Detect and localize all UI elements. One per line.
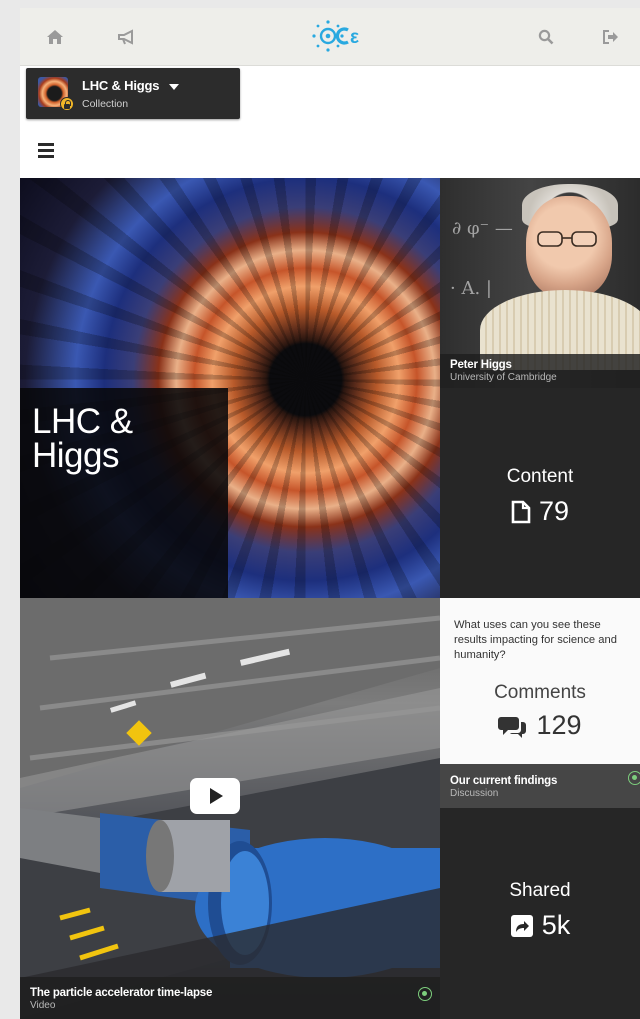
logout-icon[interactable] — [600, 26, 622, 48]
video-title: The particle accelerator time-lapse — [30, 987, 213, 999]
discussion-tile[interactable]: What uses can you see these results impa… — [440, 598, 640, 808]
search-icon[interactable] — [535, 26, 557, 48]
comments-icon — [498, 716, 527, 738]
document-icon — [511, 500, 531, 523]
discussion-caption: Our current findings Discussion — [440, 764, 640, 808]
lock-icon — [60, 97, 74, 111]
comments-label: Comments — [494, 682, 586, 703]
person-name: Peter Higgs — [450, 359, 512, 371]
share-icon — [510, 914, 533, 937]
hero-title: LHC & Higgs — [32, 402, 133, 475]
menu-icon[interactable] — [38, 143, 56, 159]
check-circle-icon[interactable] — [628, 771, 640, 785]
comments-count: 129 — [536, 710, 582, 740]
collection-subtitle: Collection — [82, 98, 129, 110]
logo-text: ε — [350, 27, 359, 48]
blackboard-writing: ∂ φ⁻ — — [452, 218, 513, 239]
discussion-question: What uses can you see these results impa… — [454, 619, 617, 661]
person-affiliation: University of Cambridge — [450, 372, 557, 383]
play-button[interactable] — [190, 778, 240, 814]
discussion-type: Discussion — [450, 788, 499, 799]
content-stat-tile[interactable]: Content 79 — [440, 388, 640, 598]
video-type: Video — [30, 1000, 56, 1011]
collection-selector[interactable]: LHC & Higgs Collection — [26, 68, 240, 119]
shared-stat-tile[interactable]: Shared 5k — [440, 808, 640, 1019]
megaphone-icon[interactable] — [116, 26, 138, 48]
app-logo[interactable]: ε — [312, 16, 374, 56]
video-tile[interactable]: The particle accelerator time-lapse Vide… — [20, 598, 440, 1019]
top-navigation-bar: ε — [20, 8, 640, 66]
collection-hero-tile[interactable]: LHC & Higgs — [20, 178, 440, 598]
home-icon[interactable] — [44, 26, 66, 48]
content-label: Content — [506, 466, 574, 487]
glasses-graphic — [537, 231, 597, 247]
content-count: 79 — [538, 496, 570, 526]
shared-count: 5k — [541, 910, 571, 940]
chevron-down-icon — [169, 84, 179, 90]
check-circle-icon[interactable] — [418, 987, 432, 1001]
person-tile[interactable]: ∂ φ⁻ — · A. | Peter Higgs University of … — [440, 178, 640, 388]
page: ε LHC & Higgs Collection LHC & Higgs ∂ φ… — [20, 8, 640, 1019]
video-caption: The particle accelerator time-lapse Vide… — [20, 977, 440, 1019]
discussion-title: Our current findings — [450, 775, 558, 787]
shared-label: Shared — [509, 880, 571, 901]
collection-title: LHC & Higgs — [82, 78, 160, 93]
person-caption: Peter Higgs University of Cambridge — [440, 354, 640, 388]
